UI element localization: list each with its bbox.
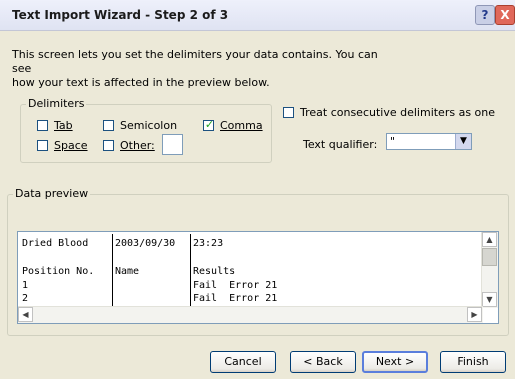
back-button[interactable]: < Back: [290, 351, 356, 373]
consecutive-option[interactable]: Treat consecutive delimiters as one: [283, 106, 495, 119]
preview-cell: 2003/09/30: [115, 238, 176, 249]
scroll-up-icon[interactable]: ▲: [482, 232, 497, 247]
other-option[interactable]: Other:: [103, 139, 155, 152]
comma-option[interactable]: ✓ Comma: [203, 118, 263, 132]
preview-cell: Dried Blood: [22, 238, 89, 249]
space-checkbox[interactable]: [37, 140, 48, 151]
preview-grid: Dried Blood 2003/09/30 23:23 Position No…: [20, 234, 485, 308]
intro-line-2: how your text is affected in the preview…: [12, 76, 270, 89]
other-checkbox[interactable]: [103, 140, 114, 151]
text-qualifier-select[interactable]: " ▼: [386, 133, 472, 150]
qualifier-value: ": [390, 135, 396, 148]
cancel-button[interactable]: Cancel: [210, 351, 276, 373]
scroll-left-icon[interactable]: ◀: [18, 307, 33, 322]
horizontal-scrollbar[interactable]: ◀ ▶: [18, 306, 483, 323]
check-mark-icon: ✓: [204, 118, 215, 131]
column-separator[interactable]: [190, 234, 191, 308]
window-title: Text Import Wizard - Step 2 of 3: [12, 8, 229, 22]
consecutive-label: Treat consecutive delimiters as one: [300, 106, 496, 119]
preview-cell: 23:23: [193, 238, 224, 249]
scroll-down-icon[interactable]: ▼: [482, 292, 497, 307]
other-label: Other:: [120, 139, 155, 152]
tab-label: Tab: [54, 119, 73, 132]
delimiters-legend: Delimiters: [26, 97, 87, 110]
close-button[interactable]: X: [495, 5, 515, 25]
semicolon-checkbox[interactable]: [103, 120, 114, 131]
preview-cell: Results: [193, 266, 236, 277]
chevron-down-icon[interactable]: ▼: [455, 134, 471, 149]
consecutive-checkbox[interactable]: [283, 107, 294, 118]
preview-cell: Name: [115, 266, 140, 277]
column-separator[interactable]: [112, 234, 113, 308]
tab-option[interactable]: Tab: [37, 119, 73, 132]
preview-cell: 1: [22, 280, 29, 291]
comma-checkbox[interactable]: ✓: [203, 118, 215, 131]
preview-cell: Fail Error 21: [193, 280, 278, 291]
intro-line-1: This screen lets you set the delimiters …: [12, 48, 378, 75]
space-option[interactable]: Space: [37, 139, 88, 152]
vertical-scrollbar[interactable]: ▲ ▼: [481, 232, 498, 308]
scroll-right-icon[interactable]: ▶: [467, 307, 482, 322]
preview-legend: Data preview: [13, 187, 91, 200]
vertical-scroll-thumb[interactable]: [482, 248, 497, 266]
other-delimiter-input[interactable]: [162, 134, 183, 155]
space-label: Space: [54, 139, 88, 152]
preview-cell: 2: [22, 293, 29, 304]
finish-button[interactable]: Finish: [440, 351, 506, 373]
qualifier-label: Text qualifier:: [303, 138, 378, 151]
intro-text: This screen lets you set the delimiters …: [12, 48, 392, 90]
tab-checkbox[interactable]: [37, 120, 48, 131]
semicolon-label: Semicolon: [120, 119, 178, 132]
preview-cell: Position No.: [22, 266, 95, 277]
delimiters-group: [20, 104, 272, 163]
next-button[interactable]: Next >: [362, 351, 428, 373]
semicolon-option[interactable]: Semicolon: [103, 119, 177, 132]
data-preview[interactable]: Dried Blood 2003/09/30 23:23 Position No…: [17, 231, 499, 324]
comma-label: Comma: [220, 119, 263, 132]
help-button[interactable]: ?: [475, 5, 495, 25]
preview-cell: Fail Error 21: [193, 293, 278, 304]
